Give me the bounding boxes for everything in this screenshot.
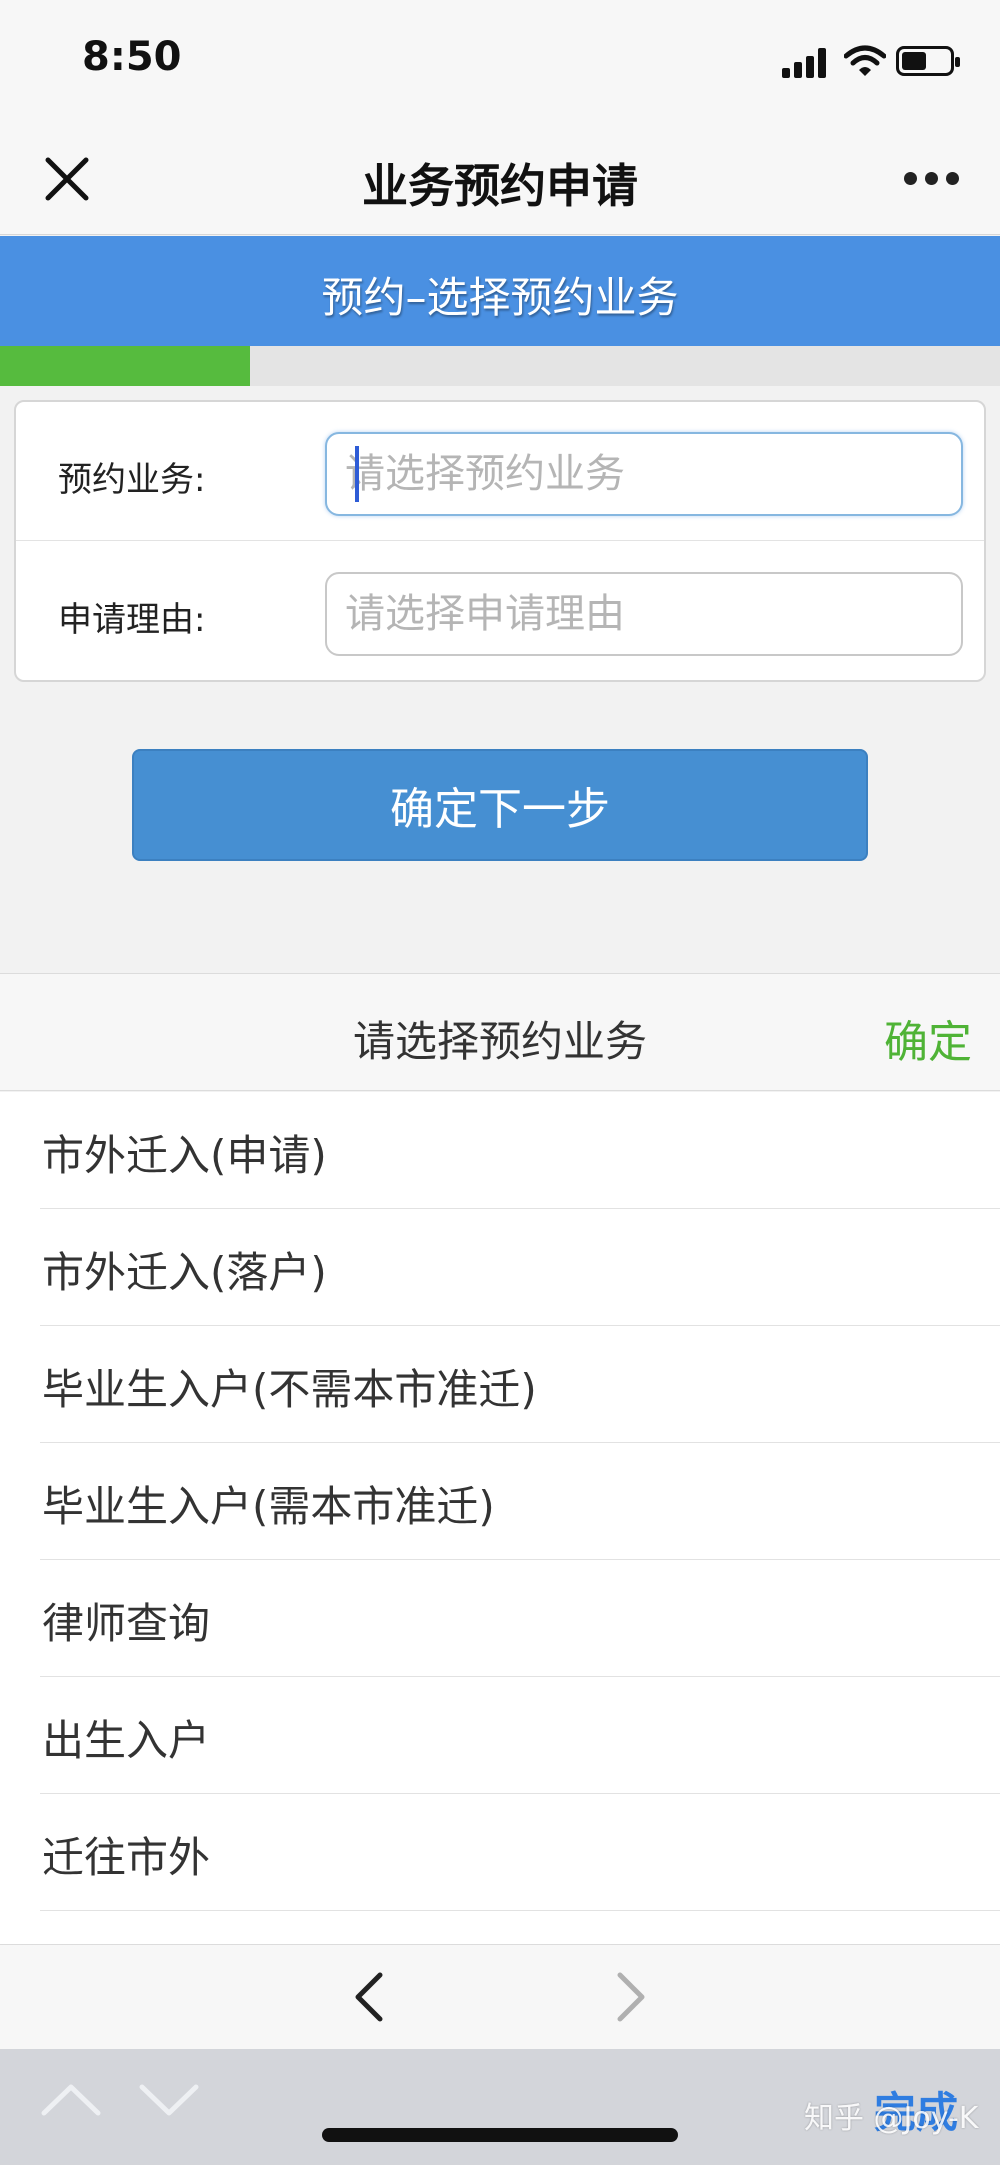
home-indicator (322, 2128, 678, 2142)
step-header: 预约–选择预约业务 (0, 236, 1000, 346)
keyboard-accessory-bar: 完成 知乎 @Joy-K (0, 2049, 1000, 2165)
picker-title: 请选择预约业务 (352, 1017, 647, 1066)
status-bar: 8:50 (0, 0, 1000, 120)
picker-item-label: 律师查询 (42, 1599, 211, 1648)
business-row: 预约业务: (16, 402, 984, 541)
browser-toolbar (0, 1944, 1000, 2049)
picker-item-label: 出生入户 (42, 1716, 211, 1765)
text-caret (355, 446, 359, 502)
picker-item[interactable]: 出生入户 (40, 1677, 1000, 1794)
forward-arrow-icon[interactable] (610, 1969, 650, 2025)
next-step-button[interactable]: 确定下一步 (132, 749, 868, 861)
picker-item[interactable]: 市外迁入(落户) (40, 1209, 1000, 1326)
picker-item-label: 毕业生入户(不需本市准迁) (42, 1365, 537, 1414)
signal-strength-icon (782, 48, 834, 78)
next-field-icon[interactable] (138, 2079, 200, 2119)
picker-item-label: 市外迁入(申请) (42, 1131, 327, 1180)
picker-item[interactable]: 毕业生入户(不需本市准迁) (40, 1326, 1000, 1443)
reason-select-input[interactable] (325, 572, 963, 656)
picker-item[interactable]: 毕业生入户(需本市准迁) (40, 1443, 1000, 1560)
battery-icon (896, 46, 960, 76)
picker-item-label: 毕业生入户(需本市准迁) (42, 1482, 495, 1531)
picker-item[interactable]: 迁往市外 (40, 1794, 1000, 1911)
step-title: 预约–选择预约业务 (321, 273, 679, 322)
previous-field-icon[interactable] (40, 2079, 102, 2119)
progress-fill (0, 346, 250, 386)
picker-item[interactable]: 律师查询 (40, 1560, 1000, 1677)
page-title: 业务预约申请 (362, 159, 638, 213)
picker-item[interactable]: 市外迁入(申请) (40, 1092, 1000, 1209)
more-icon[interactable] (904, 172, 960, 186)
picker-list: 市外迁入(申请) 市外迁入(落户) 毕业生入户(不需本市准迁) 毕业生入户(需本… (0, 1092, 1000, 1944)
picker-header: 请选择预约业务 确定 (0, 973, 1000, 1091)
picker-confirm-button[interactable]: 确定 (884, 1006, 972, 1070)
business-select-input[interactable] (325, 432, 963, 516)
nav-bar: 业务预约申请 (0, 120, 1000, 235)
wifi-icon (844, 45, 886, 76)
watermark: 知乎 @Joy-K (804, 2101, 979, 2136)
appointment-form: 预约业务: 申请理由: (14, 400, 986, 682)
picker-item-label: 迁往市外 (42, 1833, 211, 1882)
progress-bar (0, 346, 1000, 386)
reason-label: 申请理由: (58, 600, 206, 640)
business-label: 预约业务: (58, 460, 206, 500)
reason-row: 申请理由: (16, 542, 984, 681)
picker-item-label: 市外迁入(落户) (42, 1248, 327, 1297)
status-time: 8:50 (82, 34, 182, 80)
back-arrow-icon[interactable] (350, 1969, 390, 2025)
